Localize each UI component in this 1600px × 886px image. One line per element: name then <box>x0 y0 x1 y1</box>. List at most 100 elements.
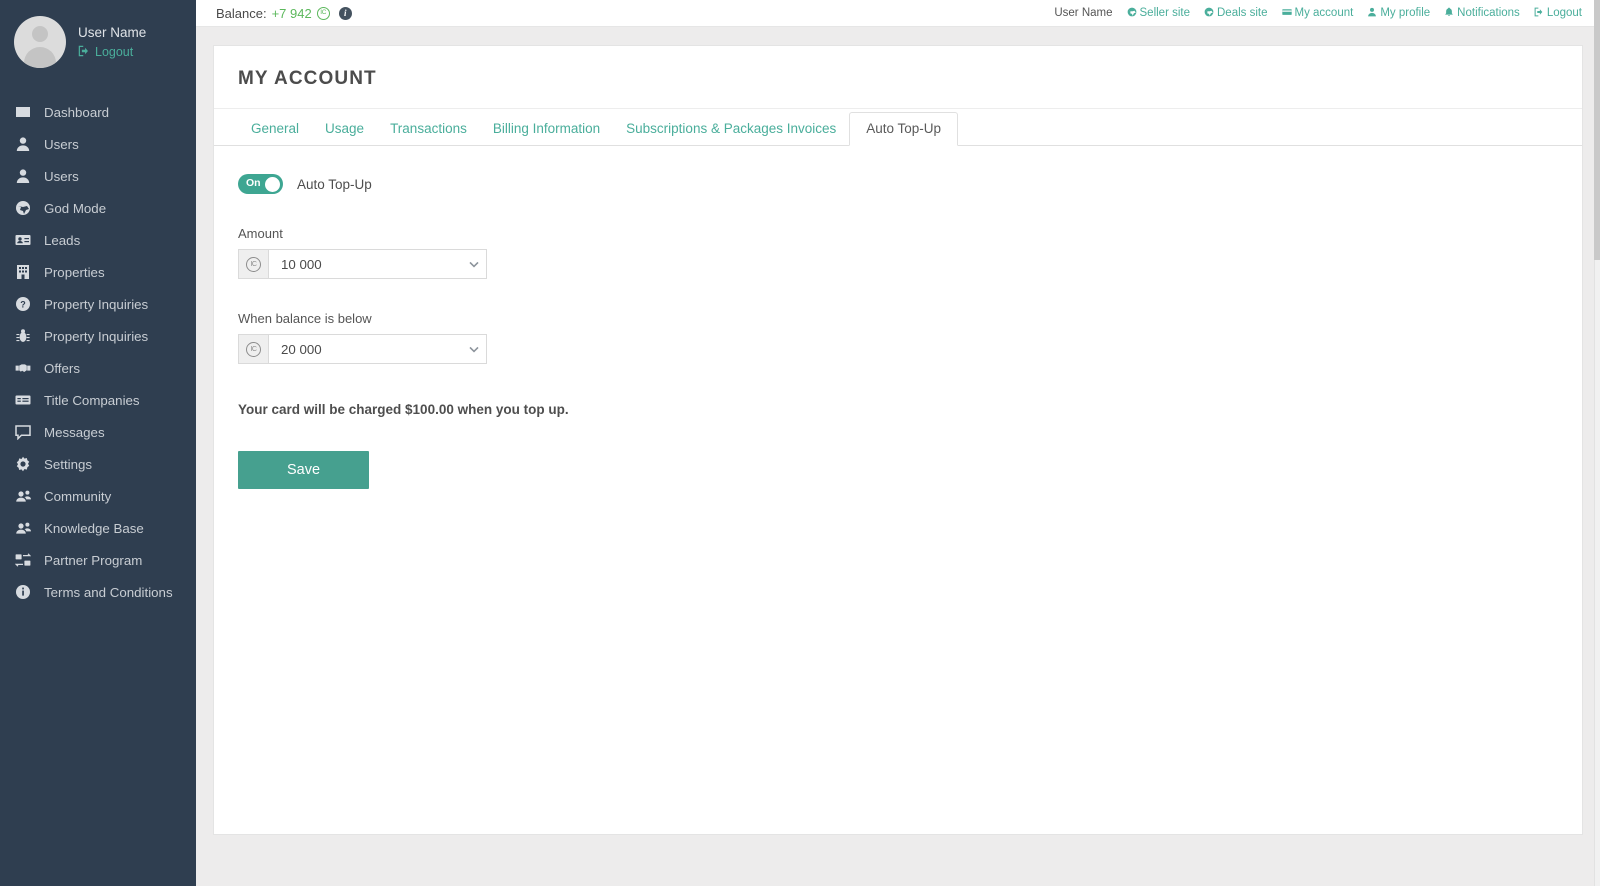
threshold-currency-addon: IC <box>239 335 269 363</box>
auto-top-up-toggle-row: On Auto Top-Up <box>238 174 1558 194</box>
auto-top-up-toggle-state: On <box>246 177 261 189</box>
svg-text:?: ? <box>20 300 26 310</box>
sidebar-item-label: Knowledge Base <box>44 520 144 536</box>
sidebar-item-messages[interactable]: Messages <box>0 416 196 448</box>
sidebar-item-properties[interactable]: Properties <box>0 256 196 288</box>
sidebar-item-label: Offers <box>44 360 80 376</box>
sidebar-item-dashboard[interactable]: Dashboard <box>0 96 196 128</box>
info-icon[interactable]: i <box>338 6 352 20</box>
sidebar-nav: Dashboard Users Users God Mode Leads Pro… <box>0 96 196 608</box>
auto-top-up-toggle-label: Auto Top-Up <box>297 176 372 192</box>
user-icon <box>14 136 31 153</box>
amount-select[interactable]: IC 10 000 <box>238 249 487 279</box>
balance-display: Balance: +7 942 IC i <box>216 6 352 21</box>
sidebar-item-label: God Mode <box>44 200 107 216</box>
topnav-link-seller-site[interactable]: Seller site <box>1127 7 1191 20</box>
sidebar-item-label: Property Inquiries <box>44 328 149 344</box>
sidebar-item-label: Partner Program <box>44 552 143 568</box>
sidebar-item-label: Users <box>44 136 79 152</box>
chart-area-icon <box>14 104 31 121</box>
amount-currency-addon: IC <box>239 250 269 278</box>
amount-field: Amount IC 10 000 <box>238 226 1558 279</box>
auto-top-up-panel: On Auto Top-Up Amount IC 10 000 When bal… <box>214 146 1582 489</box>
topnav-link-label: My profile <box>1380 7 1431 19</box>
sidebar-item-community[interactable]: Community <box>0 480 196 512</box>
topnav-link-logout[interactable]: Logout <box>1534 7 1582 20</box>
tab-general[interactable]: General <box>238 112 312 146</box>
handshake-icon <box>14 360 31 377</box>
users-group-icon <box>14 488 31 505</box>
page-title: MY ACCOUNT <box>238 68 377 89</box>
topnav-link-notifications[interactable]: Notifications <box>1444 7 1520 20</box>
sidebar-item-users-2[interactable]: Users <box>0 160 196 192</box>
topnav-link-label: Seller site <box>1139 7 1191 19</box>
sidebar-user-block: User Name Logout <box>0 0 196 82</box>
avatar <box>14 16 66 68</box>
tab-subscriptions-packages-invoices[interactable]: Subscriptions & Packages Invoices <box>613 112 849 146</box>
address-card-icon <box>14 392 31 409</box>
save-button[interactable]: Save <box>238 451 369 489</box>
sidebar-item-knowledge-base[interactable]: Knowledge Base <box>0 512 196 544</box>
sidebar-item-offers[interactable]: Offers <box>0 352 196 384</box>
globe-icon <box>1204 7 1214 20</box>
tab-bar: General Usage Transactions Billing Infor… <box>214 109 1582 146</box>
threshold-label: When balance is below <box>238 311 372 326</box>
sidebar-user-name: User Name <box>78 24 147 40</box>
tab-transactions[interactable]: Transactions <box>377 112 480 146</box>
globe-icon <box>1127 7 1137 20</box>
user-icon <box>14 168 31 185</box>
tab-billing-information[interactable]: Billing Information <box>480 112 613 146</box>
sidebar-item-label: Dashboard <box>44 104 110 120</box>
sidebar-item-partner-program[interactable]: Partner Program <box>0 544 196 576</box>
threshold-selected-value: 20 000 <box>281 341 322 357</box>
bell-icon <box>1444 7 1454 20</box>
page-scrollbar-thumb[interactable] <box>1594 0 1600 260</box>
topnav-link-my-account[interactable]: My account <box>1281 7 1354 20</box>
auto-top-up-toggle[interactable]: On <box>238 174 283 194</box>
user-icon <box>1367 7 1377 20</box>
amount-selected-value: 10 000 <box>281 256 322 272</box>
sidebar-item-label: Community <box>44 488 112 504</box>
sidebar-item-settings[interactable]: Settings <box>0 448 196 480</box>
partner-exchange-icon <box>14 552 31 569</box>
app-root: User Name Logout Dashboard Users Users G… <box>0 0 1600 886</box>
sign-out-icon <box>78 45 90 60</box>
sidebar-item-leads[interactable]: Leads <box>0 224 196 256</box>
sidebar-item-users-1[interactable]: Users <box>0 128 196 160</box>
amount-label: Amount <box>238 226 283 241</box>
account-card: MY ACCOUNT General Usage Transactions Bi… <box>213 45 1583 835</box>
sidebar-item-terms-and-conditions[interactable]: Terms and Conditions <box>0 576 196 608</box>
sidebar-item-property-inquiries-1[interactable]: ? Property Inquiries <box>0 288 196 320</box>
ic-coin-icon: IC <box>246 256 261 272</box>
sidebar-logout-link[interactable]: Logout <box>78 45 146 60</box>
topnav-link-deals-site[interactable]: Deals site <box>1204 7 1268 20</box>
content-scroll-area: MY ACCOUNT General Usage Transactions Bi… <box>196 27 1600 886</box>
threshold-select[interactable]: IC 20 000 <box>238 334 487 364</box>
topnav-link-label: My account <box>1294 7 1354 19</box>
sidebar-item-label: Settings <box>44 456 93 472</box>
sidebar-item-title-companies[interactable]: Title Companies <box>0 384 196 416</box>
topnav-link-label: Notifications <box>1457 7 1520 19</box>
card-icon <box>1281 7 1292 20</box>
id-card-icon <box>14 232 31 249</box>
ic-coin-icon: IC <box>246 341 261 357</box>
threshold-field: When balance is below IC 20 000 <box>238 311 1558 364</box>
sidebar-logout-label: Logout <box>95 45 134 59</box>
sidebar-item-label: Users <box>44 168 79 184</box>
sidebar-item-label: Messages <box>44 424 105 440</box>
page-scrollbar[interactable] <box>1594 0 1600 886</box>
sidebar-item-label: Leads <box>44 232 81 248</box>
ic-coin-icon: IC <box>316 6 330 20</box>
charge-note: Your card will be charged $100.00 when y… <box>238 402 569 417</box>
sidebar-item-label: Terms and Conditions <box>44 584 173 600</box>
chevron-down-icon <box>462 261 486 268</box>
comment-icon <box>14 424 31 441</box>
sidebar-user-meta: User Name Logout <box>78 25 146 60</box>
balance-value: +7 942 <box>271 5 312 21</box>
bug-icon <box>14 328 31 345</box>
topnav-link-my-profile[interactable]: My profile <box>1367 7 1430 20</box>
tab-auto-top-up[interactable]: Auto Top-Up <box>849 112 959 146</box>
tab-usage[interactable]: Usage <box>312 112 377 146</box>
sidebar-item-god-mode[interactable]: God Mode <box>0 192 196 224</box>
sidebar-item-property-inquiries-2[interactable]: Property Inquiries <box>0 320 196 352</box>
